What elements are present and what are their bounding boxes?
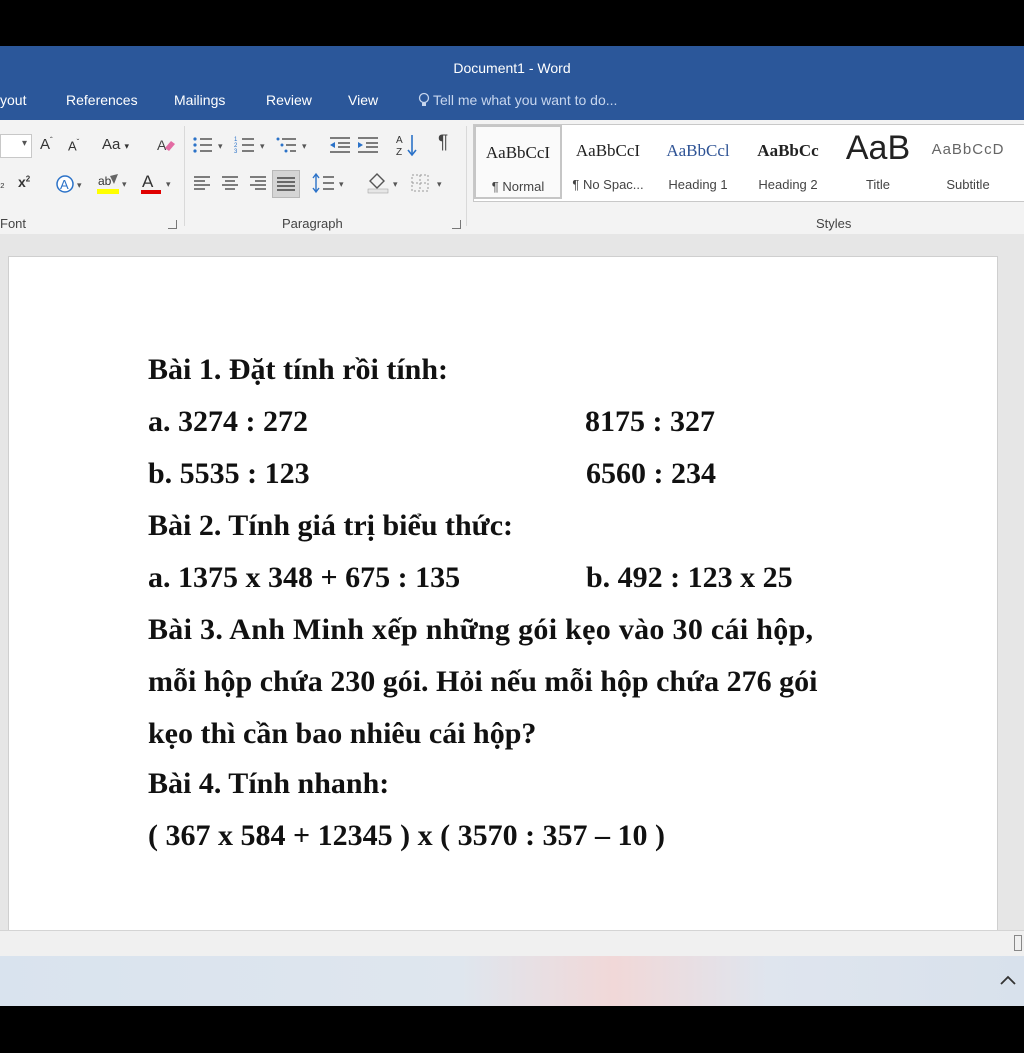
style-no-spacing[interactable]: AaBbCcI ¶ No Spac... (564, 125, 652, 199)
svg-text:A: A (157, 137, 167, 153)
svg-text:▾: ▾ (77, 180, 82, 190)
svg-text:ab: ab (98, 174, 112, 188)
align-left-icon[interactable] (192, 174, 212, 197)
style-heading-1[interactable]: AaBbCcl Heading 1 (654, 125, 742, 199)
svg-text:▾: ▾ (166, 179, 171, 189)
sort-icon[interactable]: AZ (396, 132, 420, 163)
document-page[interactable]: Bài 1. Đặt tính rồi tính: a. 3274 : 272 … (8, 256, 998, 932)
tab-layout[interactable]: yout (0, 92, 26, 108)
borders-icon[interactable]: ▾ (410, 172, 446, 199)
svg-text:▾: ▾ (260, 141, 265, 151)
svg-text:▾: ▾ (393, 179, 398, 189)
superscript-button[interactable]: x2 (18, 174, 30, 190)
svg-text:▾: ▾ (122, 179, 127, 189)
svg-text:A: A (142, 172, 154, 191)
highlight-color-icon[interactable]: ab ▾ (96, 172, 130, 201)
chevron-down-icon: ▾ (21, 138, 27, 149)
svg-text:A: A (396, 135, 403, 146)
status-bar (0, 930, 1024, 957)
multilevel-list-icon[interactable]: ▾ (276, 134, 312, 161)
change-case-button[interactable]: Aa ▾ (102, 136, 129, 153)
style-subtitle[interactable]: AaBbCcD Subtitle (924, 125, 1012, 199)
font-color-icon[interactable]: A ▾ (140, 172, 174, 201)
bullets-icon[interactable]: ▾ (192, 134, 228, 161)
chevron-up-icon[interactable] (998, 972, 1018, 993)
tab-references[interactable]: References (66, 92, 138, 108)
exercise-3-line-1: Bài 3. Anh Minh xếp những gói kẹo vào 30… (148, 613, 814, 646)
exercise-4-title: Bài 4. Tính nhanh: (148, 767, 390, 800)
subscript-button[interactable]: ₂ (0, 176, 5, 190)
align-right-icon[interactable] (248, 174, 268, 197)
taskbar (0, 956, 1024, 1006)
svg-text:3: 3 (234, 149, 238, 155)
paragraph-dialog-launcher[interactable] (452, 220, 461, 229)
exercise-1-a-right: 8175 : 327 (585, 405, 715, 438)
tell-me-box[interactable]: Tell me what you want to do... (418, 92, 617, 108)
shading-icon[interactable]: ▾ (366, 172, 402, 199)
align-center-icon[interactable] (220, 174, 240, 197)
paragraph-group-label: Paragraph (282, 216, 343, 231)
increase-indent-icon[interactable] (356, 134, 380, 161)
font-size-dropdown[interactable]: ▾ (0, 134, 32, 158)
style-title[interactable]: AaB Title (834, 125, 922, 199)
show-formatting-marks-button[interactable]: ¶ (438, 132, 448, 154)
shrink-font-button[interactable]: Aˇ (68, 138, 79, 153)
svg-text:▾: ▾ (437, 179, 442, 189)
svg-text:Z: Z (396, 147, 402, 158)
scroll-handle[interactable] (1014, 935, 1022, 951)
lightbulb-icon (418, 92, 430, 106)
numbering-icon[interactable]: 1 2 3 ▾ (234, 134, 270, 161)
tab-view[interactable]: View (348, 92, 378, 108)
window-title: Document1 - Word (453, 60, 571, 76)
decrease-indent-icon[interactable] (328, 134, 352, 161)
tell-me-text: Tell me what you want to do... (433, 92, 618, 108)
clear-formatting-icon[interactable]: A (156, 136, 176, 159)
exercise-3-line-2: mỗi hộp chứa 230 gói. Hỏi nếu mỗi hộp ch… (148, 665, 818, 698)
font-dialog-launcher[interactable] (168, 220, 177, 229)
exercise-2-title: Bài 2. Tính giá trị biểu thức: (148, 509, 513, 542)
grow-font-button[interactable]: Aˆ (40, 136, 53, 153)
styles-gallery: AaBbCcI ¶ Normal AaBbCcI ¶ No Spac... Aa… (473, 124, 1024, 202)
separator (466, 126, 467, 226)
style-normal[interactable]: AaBbCcI ¶ Normal (474, 125, 562, 199)
exercise-1-title: Bài 1. Đặt tính rồi tính: (148, 353, 449, 386)
text-effects-icon[interactable]: A ▾ (56, 174, 86, 199)
svg-text:▾: ▾ (218, 141, 223, 151)
exercise-2-a: a. 1375 x 348 + 675 : 135 (148, 561, 461, 594)
svg-text:A: A (60, 177, 69, 192)
exercise-1-a-left: a. 3274 : 272 (148, 405, 308, 438)
exercise-1-b-right: 6560 : 234 (586, 457, 716, 490)
justify-icon[interactable] (272, 170, 300, 198)
style-heading-2[interactable]: AaBbCc Heading 2 (744, 125, 832, 199)
tab-review[interactable]: Review (266, 92, 312, 108)
exercise-3-line-3: kẹo thì cần bao nhiêu cái hộp? (148, 717, 537, 750)
title-bar (0, 46, 1024, 120)
svg-text:▾: ▾ (302, 141, 307, 151)
exercise-1-b-left: b. 5535 : 123 (148, 457, 310, 490)
font-group-label: Font (0, 216, 27, 231)
exercise-4-expression: ( 367 x 584 + 12345 ) x ( 3570 : 357 – 1… (148, 819, 666, 852)
line-spacing-icon[interactable]: ▾ (312, 172, 348, 199)
styles-group-label: Styles (816, 216, 852, 231)
separator (184, 126, 185, 226)
exercise-2-b: b. 492 : 123 x 25 (586, 561, 793, 594)
tab-mailings[interactable]: Mailings (174, 92, 225, 108)
svg-text:▾: ▾ (339, 179, 344, 189)
